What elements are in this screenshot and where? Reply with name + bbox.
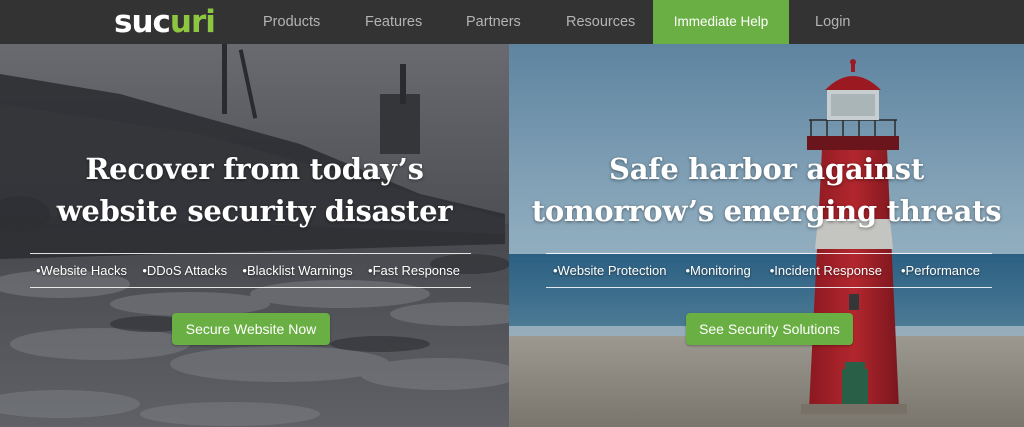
bullet-item: •Monitoring bbox=[685, 263, 751, 278]
bullet-item: •Fast Response bbox=[368, 263, 460, 278]
sucuri-logo[interactable]: sucuri bbox=[114, 4, 216, 40]
nav-login-link[interactable]: Login bbox=[815, 0, 850, 44]
hero-panel-recover: Recover from today’s website security di… bbox=[0, 44, 509, 427]
lighthouse-background-image bbox=[509, 44, 1024, 427]
logo-text-accent: uri bbox=[169, 4, 216, 40]
hero-headline-line2: website security disaster bbox=[56, 194, 453, 228]
shipwreck-background-image bbox=[0, 44, 509, 427]
bullet-item: •DDoS Attacks bbox=[142, 263, 228, 278]
top-navigation-bar: sucuri Products Features Partners Resour… bbox=[0, 0, 1024, 44]
bullet-item: •Performance bbox=[901, 263, 980, 278]
nav-resources-link[interactable]: Resources bbox=[566, 0, 635, 44]
bullet-item: •Website Protection bbox=[553, 263, 667, 278]
feature-bullet-list: •Website Protection •Monitoring •Inciden… bbox=[553, 254, 980, 288]
hero-headline-line2: tomorrow’s emerging threats bbox=[531, 194, 1002, 228]
nav-features-link[interactable]: Features bbox=[365, 0, 422, 44]
divider-bottom bbox=[30, 287, 471, 288]
hero-panel-safe-harbor: Safe harbor against tomorrow’s emerging … bbox=[509, 44, 1024, 427]
bullet-item: •Website Hacks bbox=[36, 263, 128, 278]
hero-headline-line1: Recover from today’s bbox=[85, 152, 424, 186]
see-security-solutions-button[interactable]: See Security Solutions bbox=[686, 313, 853, 345]
immediate-help-button[interactable]: Immediate Help bbox=[653, 0, 789, 44]
divider-bottom bbox=[546, 287, 992, 288]
feature-bullet-list: •Website Hacks •DDoS Attacks •Blacklist … bbox=[36, 254, 460, 288]
bullet-item: •Incident Response bbox=[769, 263, 882, 278]
nav-products-link[interactable]: Products bbox=[263, 0, 320, 44]
logo-text-main: suc bbox=[114, 4, 171, 40]
bullet-item: •Blacklist Warnings bbox=[242, 263, 353, 278]
secure-website-now-button[interactable]: Secure Website Now bbox=[172, 313, 330, 345]
nav-partners-link[interactable]: Partners bbox=[466, 0, 521, 44]
hero-headline-line1: Safe harbor against bbox=[609, 152, 924, 186]
